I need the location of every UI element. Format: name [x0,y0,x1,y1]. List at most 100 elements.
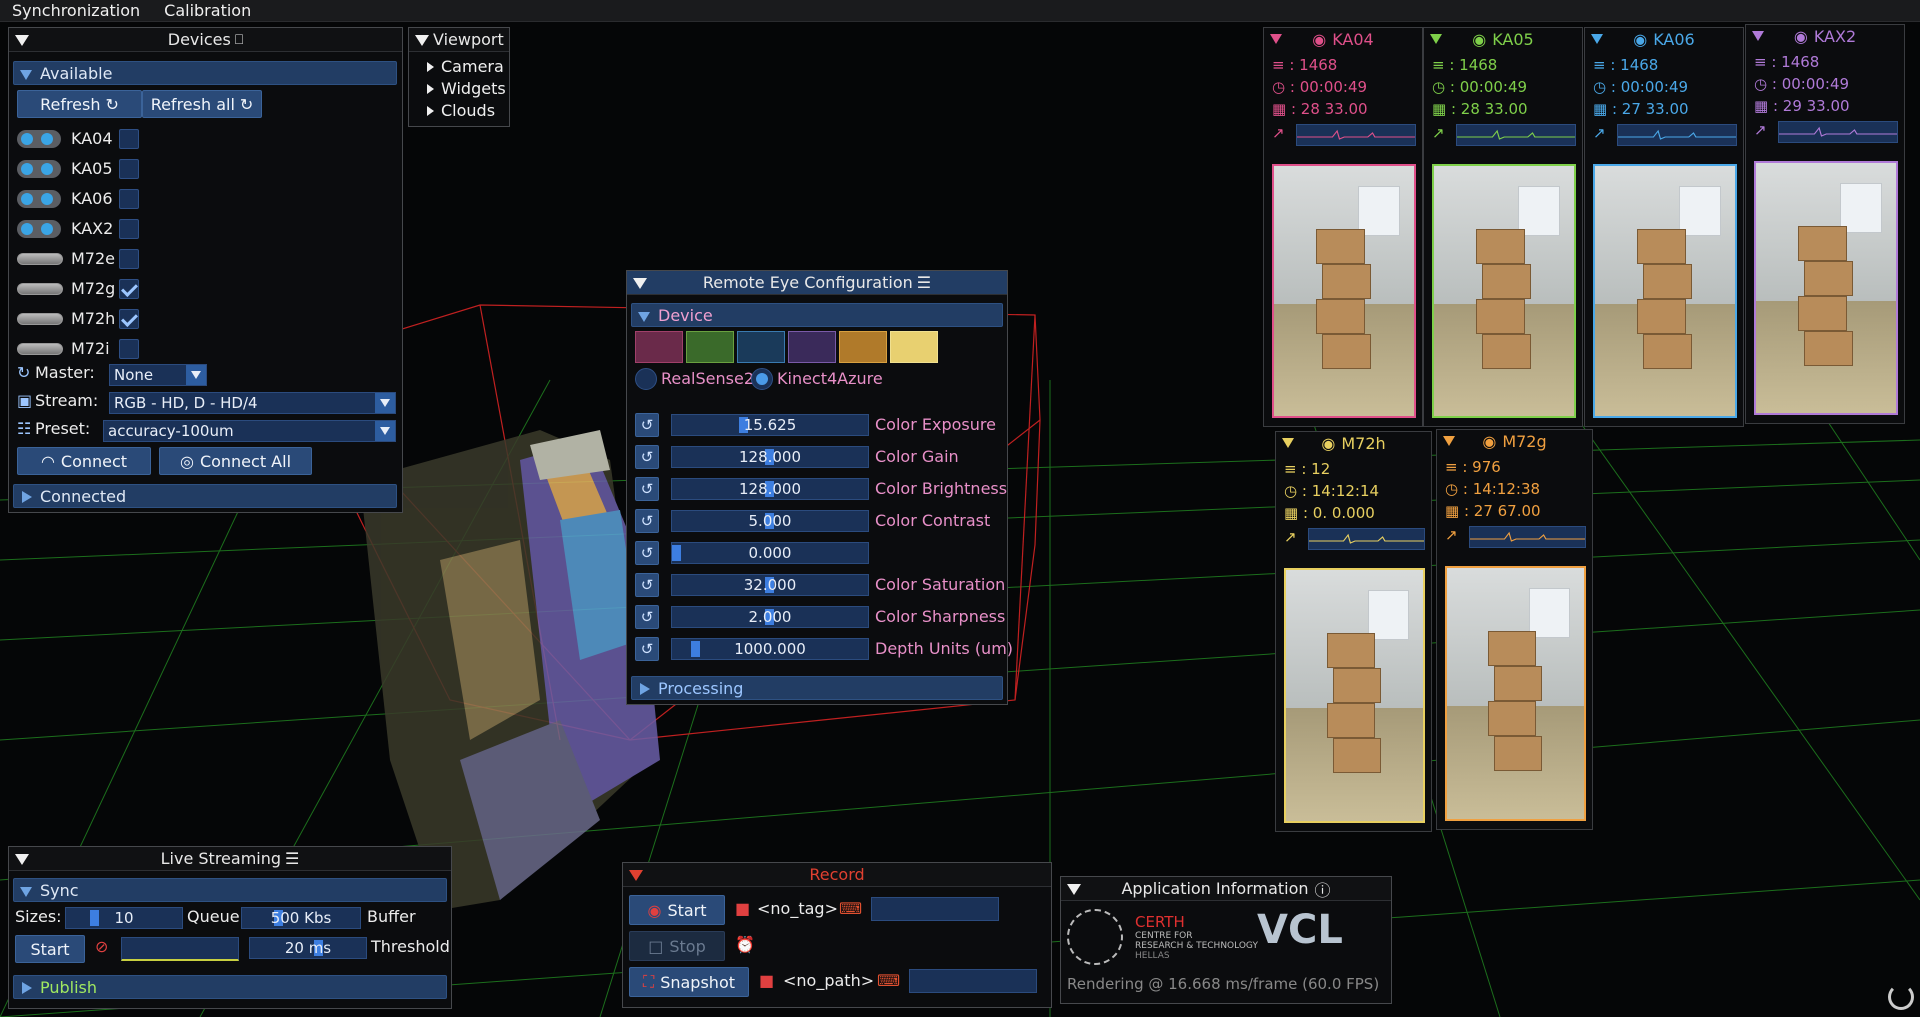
tag-input[interactable] [871,897,999,921]
reset-icon[interactable]: ↺ [635,413,659,437]
camera-title-bar[interactable]: ◉ KA06 [1585,28,1743,50]
app-info-title-bar[interactable]: Application Information ⓘ [1061,877,1391,901]
device-checkbox[interactable] [119,339,139,359]
collapse-icon[interactable] [1067,884,1081,895]
parameter-slider[interactable]: 0.000 [671,542,869,564]
reset-icon[interactable]: ↺ [635,477,659,501]
devices-window-title[interactable]: Devices ⎕ [9,28,402,52]
device-icon-4[interactable] [788,331,836,363]
reset-icon[interactable]: ↺ [635,509,659,533]
collapse-icon[interactable] [415,35,429,46]
snapshot-button[interactable]: ⛶ Snapshot [629,967,749,997]
device-icon-5[interactable] [839,331,887,363]
collapse-icon[interactable] [1443,436,1455,446]
stream-select[interactable]: RGB - HD, D - HD/4 [109,392,396,414]
camera-image[interactable] [1754,161,1898,415]
available-header[interactable]: Available [13,61,397,85]
eye-icon[interactable]: ◉ [1472,30,1486,49]
stream-status-field[interactable] [121,937,239,961]
collapse-icon[interactable] [15,35,29,46]
connect-all-button[interactable]: ◎ Connect All [159,447,312,475]
camera-title-bar[interactable]: ◉ KA05 [1424,28,1582,50]
eye-icon[interactable]: ◉ [1312,30,1326,49]
live-streaming-title-bar[interactable]: Live Streaming ☰ [9,847,451,871]
device-icon-3[interactable] [737,331,785,363]
device-checkbox[interactable] [119,189,139,209]
path-input[interactable] [909,969,1037,993]
camera-title-bar[interactable]: ◉ KA04 [1264,28,1422,50]
refresh-button[interactable]: Refresh ↻ [17,90,142,118]
device-checkbox[interactable] [119,129,139,149]
collapse-icon[interactable] [1282,438,1294,448]
reset-icon[interactable]: ↺ [635,605,659,629]
device-checkbox[interactable] [119,309,139,329]
parameter-slider[interactable]: 2.000 [671,606,869,628]
radio-kinect4azure[interactable] [751,368,773,390]
sizes-slider[interactable]: 10 [65,907,183,929]
threshold-slider[interactable]: 20 ms [249,937,367,959]
device-icon-2[interactable] [686,331,734,363]
device-header[interactable]: Device [631,303,1003,327]
device-icon-1[interactable] [635,331,683,363]
record-title-bar[interactable]: Record [623,863,1051,887]
camera-image[interactable] [1432,164,1576,418]
camera-image[interactable] [1272,164,1416,418]
device-toggle[interactable] [17,220,61,238]
viewport-window-title[interactable]: Viewport [409,28,509,52]
reset-icon[interactable]: ↺ [635,541,659,565]
parameter-slider[interactable]: 5.000 [671,510,869,532]
parameter-slider[interactable]: 128.000 [671,478,869,500]
refresh-all-button[interactable]: Refresh all ↻ [142,90,262,118]
camera-title-bar[interactable]: ◉ M72h [1276,432,1431,454]
eye-icon[interactable]: ◉ [1321,434,1335,453]
camera-image[interactable] [1284,568,1425,823]
reset-icon[interactable]: ↺ [635,573,659,597]
device-toggle[interactable] [17,130,61,148]
processing-header[interactable]: Processing [631,676,1003,700]
eye-icon[interactable]: ◉ [1633,30,1647,49]
device-checkbox[interactable] [119,249,139,269]
device-toggle[interactable] [17,190,61,208]
sync-header[interactable]: Sync [13,878,447,902]
connected-header[interactable]: Connected [13,484,397,508]
connect-button[interactable]: ◠ Connect [17,447,151,475]
radio-realsense2[interactable] [635,368,657,390]
collapse-icon[interactable] [1591,34,1603,44]
camera-title-bar[interactable]: ◉ KAX2 [1746,25,1904,47]
preset-select[interactable]: accuracy-100um [103,420,396,442]
parameter-slider[interactable]: 128.000 [671,446,869,468]
master-select[interactable]: None [109,364,207,386]
menu-calibration[interactable]: Calibration [152,1,263,20]
publish-header[interactable]: Publish [13,975,447,999]
device-checkbox[interactable] [119,159,139,179]
reset-icon[interactable]: ↺ [635,445,659,469]
menu-synchronization[interactable]: Synchronization [0,1,152,20]
collapse-icon[interactable] [1270,34,1282,44]
tree-item-camera[interactable]: Camera [425,57,504,76]
collapse-icon[interactable] [1752,31,1764,41]
parameter-slider[interactable]: 1000.000 [671,638,869,660]
reset-icon[interactable]: ↺ [635,637,659,661]
eye-icon[interactable]: ◉ [1794,27,1808,46]
camera-image[interactable] [1593,164,1737,418]
eye-icon[interactable]: ◉ [1482,432,1496,451]
tree-item-widgets[interactable]: Widgets [425,79,506,98]
collapse-icon[interactable] [15,854,29,865]
parameter-slider[interactable]: 32.000 [671,574,869,596]
device-toggle[interactable] [17,160,61,178]
device-checkbox[interactable] [119,279,139,299]
camera-title-bar[interactable]: ◉ M72g [1437,430,1592,452]
start-streaming-button[interactable]: Start [15,935,85,963]
remote-eye-title-bar[interactable]: Remote Eye Configuration ☰ [627,271,1007,295]
buffer-slider[interactable]: 500 Kbs [241,907,361,929]
collapse-icon[interactable] [1430,34,1442,44]
camera-image[interactable] [1445,566,1586,821]
device-icon-6[interactable] [890,331,938,363]
collapse-icon[interactable] [633,278,647,289]
device-checkbox[interactable] [119,219,139,239]
record-stop-button[interactable]: □ Stop [629,931,725,961]
tree-item-clouds[interactable]: Clouds [425,101,495,120]
record-start-button[interactable]: ◉ Start [629,895,725,925]
parameter-slider[interactable]: 15.625 [671,414,869,436]
collapse-icon[interactable] [629,870,643,881]
